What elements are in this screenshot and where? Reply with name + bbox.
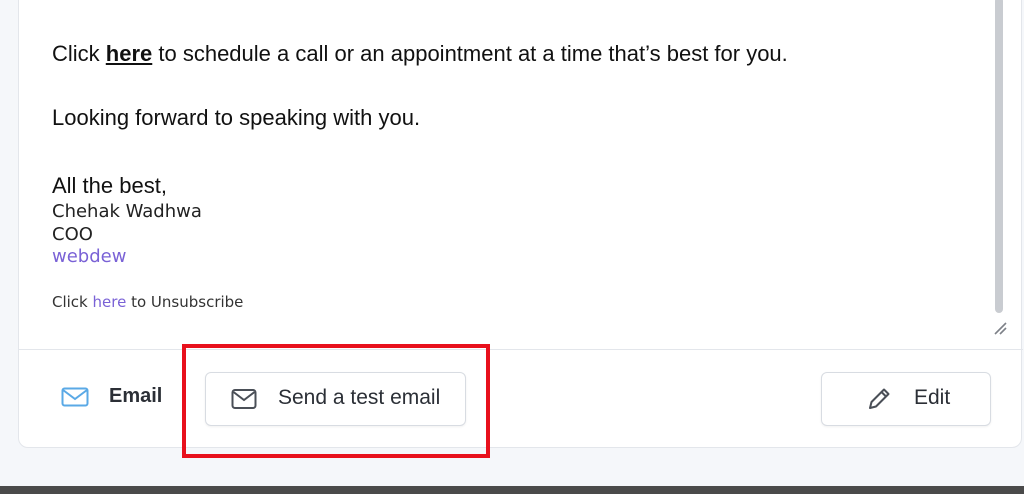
unsubscribe-prefix: Click: [52, 293, 93, 311]
send-test-email-button[interactable]: Send a test email: [205, 372, 466, 426]
unsubscribe-line: Click here to Unsubscribe: [52, 293, 243, 311]
closing-line: All the best,: [52, 173, 167, 198]
schedule-line-suffix: to schedule a call or an appointment at …: [152, 41, 788, 66]
send-test-email-label: Send a test email: [278, 386, 441, 409]
schedule-link[interactable]: here: [106, 41, 152, 66]
scrollbar-thumb[interactable]: [995, 0, 1003, 313]
pencil-icon: [869, 388, 890, 409]
edit-label: Edit: [914, 386, 951, 409]
signature-name: Chehak Wadhwa: [52, 201, 202, 222]
email-preview-card: Click here to schedule a call or an appo…: [18, 0, 1023, 448]
edit-button[interactable]: Edit: [821, 372, 991, 426]
envelope-icon: [231, 389, 257, 409]
schedule-line: Click here to schedule a call or an appo…: [52, 41, 788, 67]
resize-handle-icon[interactable]: [993, 321, 1007, 335]
bottom-toolbar-strip: [0, 486, 1024, 494]
unsubscribe-suffix: to Unsubscribe: [126, 293, 244, 311]
forward-line: Looking forward to speaking with you.: [52, 105, 421, 130]
channel-label: Email: [109, 385, 163, 407]
unsubscribe-link[interactable]: here: [93, 293, 127, 311]
schedule-line-prefix: Click: [52, 41, 106, 66]
signature-title: COO: [52, 224, 93, 245]
envelope-icon: [61, 387, 89, 407]
email-body[interactable]: Click here to schedule a call or an appo…: [19, 0, 1023, 350]
signature-company: webdew: [52, 246, 127, 267]
